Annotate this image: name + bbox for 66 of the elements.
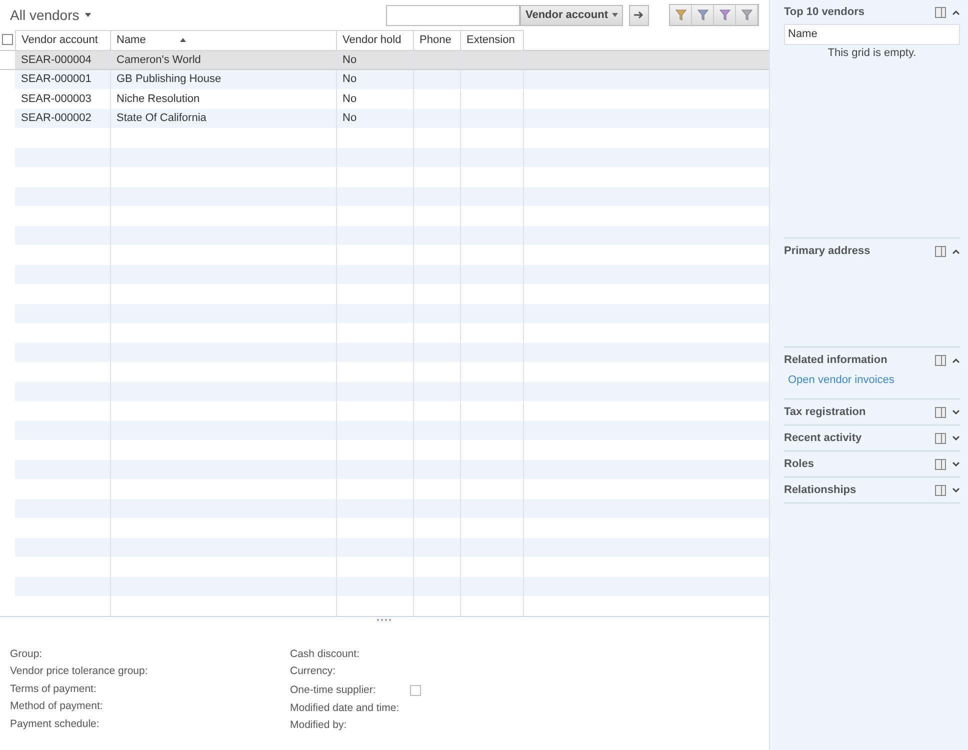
column-header[interactable]: Name — [110, 30, 336, 50]
panel-icon — [935, 458, 946, 470]
factbox-title: Roles — [784, 456, 815, 472]
chevron-up-icon — [952, 358, 960, 362]
factbox-title: Top 10 vendors — [784, 4, 866, 20]
column-header[interactable]: Name — [784, 24, 960, 44]
search-field[interactable] — [386, 4, 520, 26]
view-selector[interactable]: All vendors — [10, 4, 91, 26]
table-cell: SEAR-000001 — [15, 70, 110, 89]
field-label: One-time supplier: — [290, 682, 376, 698]
filter-button[interactable] — [714, 5, 736, 25]
arrow-icon — [634, 11, 644, 19]
panel-icon — [935, 246, 946, 256]
caret-icon — [84, 13, 91, 17]
factbox-title: Related information — [784, 352, 888, 368]
table-cell: SEAR-000002 — [15, 108, 110, 128]
chevron-up-icon — [952, 10, 960, 14]
panel-icon — [935, 406, 946, 418]
chevron-up-icon — [952, 248, 960, 254]
funnel-icon — [740, 9, 752, 21]
factbox-title: Primary address — [784, 244, 872, 259]
select-all-checkbox[interactable] — [2, 34, 13, 46]
empty-message: This grid is empty. — [826, 46, 918, 60]
field-label: Group: — [10, 646, 42, 662]
field-selector[interactable]: Vendor account — [520, 4, 623, 26]
field-label: Terms of payment: — [10, 682, 96, 697]
factbox-title: Relationships — [784, 482, 858, 498]
column-header[interactable]: Phone — [413, 30, 460, 50]
panel-icon — [935, 6, 946, 18]
field-label: Currency: — [290, 664, 336, 680]
chevron-down-icon — [952, 436, 960, 440]
checkbox[interactable] — [410, 685, 421, 696]
table-cell: No — [336, 108, 413, 128]
chevron-down-icon — [952, 488, 960, 492]
go-button[interactable] — [629, 4, 649, 26]
column-header[interactable]: Extension — [460, 30, 523, 50]
field-label: Modified date and time: — [290, 700, 400, 716]
field-label: Cash discount: — [290, 646, 360, 662]
chevron-down-icon — [952, 410, 960, 414]
splitter-grip-icon — [376, 619, 392, 622]
factbox-title: Recent activity — [784, 430, 863, 446]
field-label: Payment schedule: — [10, 716, 100, 732]
funnel-icon — [696, 9, 708, 21]
field-label: Modified by: — [290, 718, 347, 734]
table-cell: No — [336, 70, 413, 89]
funnel-icon — [674, 9, 686, 21]
filter-button[interactable] — [692, 5, 714, 25]
filter-button[interactable] — [670, 5, 692, 25]
chevron-down-icon — [952, 462, 960, 466]
table-cell: State Of California — [110, 108, 336, 128]
column-header[interactable]: Vendor account — [15, 30, 110, 50]
filter-button[interactable] — [736, 5, 758, 25]
table-cell: Cameron's World — [110, 50, 336, 70]
factbox-title: Tax registration — [784, 404, 867, 420]
panel-icon — [935, 484, 946, 496]
table-cell: No — [336, 50, 413, 70]
table-cell: SEAR-000004 — [15, 50, 110, 70]
column-header[interactable]: Vendor hold — [336, 30, 413, 50]
caret-icon — [612, 13, 618, 17]
panel-icon — [935, 432, 946, 444]
table-cell: GB Publishing House — [110, 70, 336, 89]
sort-arrow-icon — [180, 38, 186, 42]
funnel-icon — [718, 9, 730, 21]
field-label: Vendor price tolerance group: — [10, 664, 148, 680]
panel-icon — [935, 354, 946, 366]
field-label: Method of payment: — [10, 699, 103, 714]
